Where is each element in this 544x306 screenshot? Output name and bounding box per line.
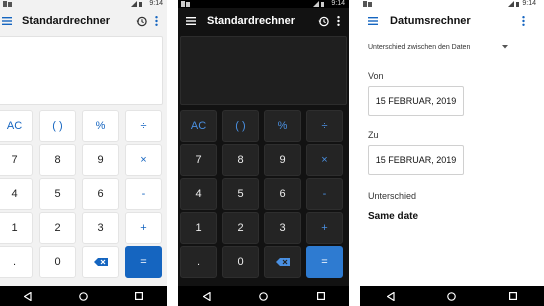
recents-icon[interactable] — [130, 289, 148, 303]
home-icon[interactable] — [74, 289, 92, 303]
back-icon[interactable] — [19, 289, 37, 303]
status-time: 9:14 — [149, 0, 163, 7]
key-decimal[interactable]: . — [0, 246, 33, 278]
signal-icon — [131, 1, 142, 7]
key-9[interactable]: 9 — [264, 144, 301, 176]
status-time: 9:14 — [522, 0, 536, 7]
back-icon[interactable] — [198, 289, 216, 303]
back-icon[interactable] — [382, 289, 400, 303]
app-bar: Datumsrechner — [360, 8, 544, 34]
key-4[interactable]: 4 — [0, 178, 33, 210]
backspace-icon — [275, 258, 290, 266]
key-parentheses[interactable]: ( ) — [39, 110, 76, 142]
status-time: 9:14 — [331, 0, 345, 7]
key-backspace[interactable] — [82, 246, 119, 278]
key-6[interactable]: 6 — [82, 178, 119, 210]
status-bar: 9:14 — [178, 0, 349, 8]
recents-icon[interactable] — [504, 289, 522, 303]
more-options-icon[interactable] — [149, 13, 163, 29]
app-bar: Standardrechner — [0, 8, 167, 34]
history-icon[interactable] — [315, 13, 331, 29]
backspace-icon — [93, 258, 108, 266]
home-icon[interactable] — [443, 289, 461, 303]
status-bar: 9:14 — [0, 0, 167, 8]
recents-icon[interactable] — [312, 289, 330, 303]
calculator-display — [0, 36, 163, 105]
to-label: Zu — [368, 130, 379, 140]
date-mode-label: Unterschied zwischen den Daten — [368, 43, 471, 51]
app-bar: Standardrechner — [178, 8, 349, 34]
key-subtract[interactable]: - — [125, 178, 162, 210]
key-multiply[interactable]: × — [125, 144, 162, 176]
difference-value: Same date — [368, 211, 419, 222]
key-parentheses[interactable]: ( ) — [222, 110, 259, 142]
signal-icon — [313, 1, 324, 7]
key-3[interactable]: 3 — [264, 212, 301, 244]
from-label: Von — [368, 71, 384, 81]
key-divide[interactable]: ÷ — [125, 110, 162, 142]
key-backspace[interactable] — [264, 246, 301, 278]
notification-icon — [3, 1, 12, 7]
to-date-picker[interactable]: 15 FEBRUAR, 2019 — [368, 145, 464, 175]
light-calculator-screen: 9:14 Standardrechner AC ( ) % ÷ 7 8 9 × … — [0, 0, 167, 306]
key-1[interactable]: 1 — [0, 212, 33, 244]
key-equals[interactable]: = — [306, 246, 343, 278]
key-percent[interactable]: % — [264, 110, 301, 142]
key-add[interactable]: + — [306, 212, 343, 244]
history-icon[interactable] — [133, 13, 149, 29]
key-8[interactable]: 8 — [222, 144, 259, 176]
app-title: Datumsrechner — [390, 15, 471, 27]
key-clear[interactable]: AC — [180, 110, 217, 142]
menu-icon[interactable] — [0, 12, 16, 30]
system-nav-bar — [178, 286, 349, 306]
app-title: Standardrechner — [22, 15, 111, 27]
key-5[interactable]: 5 — [222, 178, 259, 210]
key-clear[interactable]: AC — [0, 110, 33, 142]
key-2[interactable]: 2 — [222, 212, 259, 244]
key-decimal[interactable]: . — [180, 246, 217, 278]
key-4[interactable]: 4 — [180, 178, 217, 210]
app-title: Standardrechner — [207, 15, 296, 27]
key-percent[interactable]: % — [82, 110, 119, 142]
key-equals[interactable]: = — [125, 246, 162, 278]
calculator-display — [180, 36, 347, 105]
key-0[interactable]: 0 — [222, 246, 259, 278]
system-nav-bar — [0, 286, 167, 306]
dark-calculator-screen: 9:14 Standardrechner AC ( ) % ÷ 7 8 9 × … — [178, 0, 349, 306]
status-bar: 9:14 — [360, 0, 544, 8]
key-9[interactable]: 9 — [82, 144, 119, 176]
key-3[interactable]: 3 — [82, 212, 119, 244]
key-5[interactable]: 5 — [39, 178, 76, 210]
key-6[interactable]: 6 — [264, 178, 301, 210]
key-0[interactable]: 0 — [39, 246, 76, 278]
date-mode-dropdown[interactable]: Unterschied zwischen den Daten — [368, 40, 508, 54]
date-calculator-screen: 9:14 Datumsrechner Unterschied zwischen … — [360, 0, 544, 306]
notification-icon — [181, 1, 190, 7]
key-divide[interactable]: ÷ — [306, 110, 343, 142]
key-7[interactable]: 7 — [180, 144, 217, 176]
key-7[interactable]: 7 — [0, 144, 33, 176]
home-icon[interactable] — [255, 289, 273, 303]
signal-icon — [508, 1, 519, 7]
more-options-icon[interactable] — [516, 13, 530, 29]
key-subtract[interactable]: - — [306, 178, 343, 210]
menu-icon[interactable] — [182, 12, 200, 30]
key-multiply[interactable]: × — [306, 144, 343, 176]
chevron-down-icon — [502, 45, 508, 49]
system-nav-bar — [360, 286, 544, 306]
key-add[interactable]: + — [125, 212, 162, 244]
key-2[interactable]: 2 — [39, 212, 76, 244]
from-date-picker[interactable]: 15 FEBRUAR, 2019 — [368, 86, 464, 116]
notification-icon — [363, 1, 372, 7]
menu-icon[interactable] — [364, 12, 382, 30]
more-options-icon[interactable] — [331, 13, 345, 29]
difference-label: Unterschied — [368, 191, 417, 201]
key-1[interactable]: 1 — [180, 212, 217, 244]
key-8[interactable]: 8 — [39, 144, 76, 176]
